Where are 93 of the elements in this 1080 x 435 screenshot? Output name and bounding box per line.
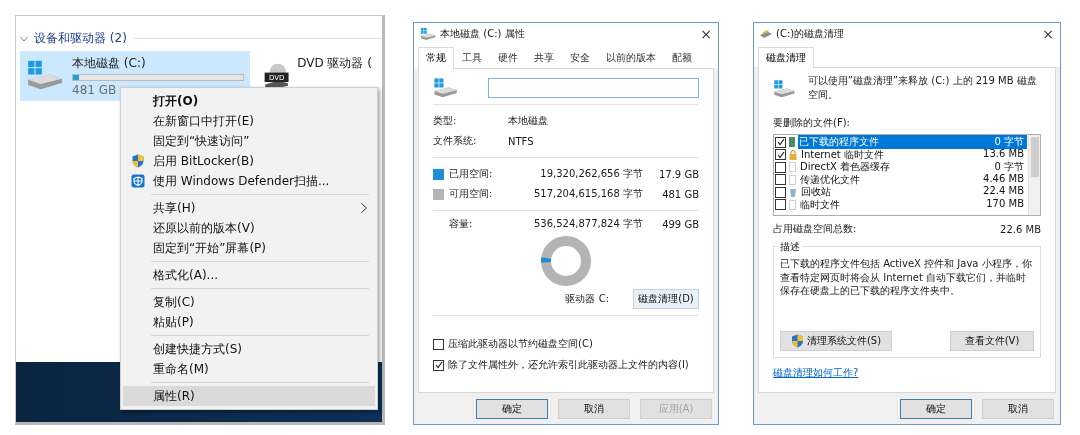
file-size: 0 字节: [994, 160, 1024, 174]
drive-icon: [773, 77, 796, 99]
file-size: 4.46 MB: [983, 172, 1024, 186]
name-field[interactable]: [488, 77, 699, 98]
list-item[interactable]: DirectX 着色器缓存 0 字节: [775, 161, 1027, 174]
menu-item[interactable]: 固定到“开始”屏幕(P): [123, 238, 375, 258]
shield-icon: [131, 154, 145, 168]
action-button[interactable]: 查看文件(V): [950, 331, 1034, 351]
file-size: 22.4 MB: [983, 185, 1024, 199]
scrollbar[interactable]: [1028, 135, 1040, 215]
menu-item[interactable]: 共享(H): [123, 198, 375, 218]
menu-item[interactable]: 创建快捷方式(S): [123, 339, 375, 359]
field-label: 容量:: [448, 217, 474, 231]
checkbox[interactable]: [775, 174, 786, 186]
list-item[interactable]: 传递优化文件 4.46 MB: [775, 173, 1027, 186]
checkbox[interactable]: [775, 136, 786, 148]
close-button[interactable]: ×: [700, 26, 712, 42]
cleanup-message: 可以使用”磁盘清理”来释放 (C:) 上的 219 MB 磁盘空间。: [807, 74, 1038, 102]
menu-item[interactable]: 使用 Windows Defender扫描...: [123, 171, 375, 191]
lock-icon: [789, 149, 797, 160]
menu-item[interactable]: 粘贴(P): [123, 312, 375, 332]
field-value: 本地磁盘: [508, 114, 548, 128]
dialog-button[interactable]: 取消: [558, 399, 630, 419]
list-label: 要删除的文件(F):: [773, 116, 850, 130]
dialog-button[interactable]: 确定: [900, 399, 972, 419]
field-label: 已用空间:: [449, 167, 494, 181]
list-item[interactable]: 回收站 22.4 MB: [775, 186, 1027, 199]
menu-item[interactable]: 格式化(A)...: [123, 265, 375, 285]
file-name: Internet 临时文件: [801, 147, 884, 161]
file-icon: [789, 199, 796, 210]
file-name: 回收站: [801, 185, 831, 200]
defender-icon: [131, 174, 145, 188]
menu-item[interactable]: 还原以前的版本(V): [123, 218, 375, 238]
disk-cleanup-button[interactable]: 磁盘清理(D): [633, 289, 699, 309]
drive-label: 驱动器 C:: [564, 292, 610, 306]
menu-item[interactable]: 复制(C): [123, 292, 375, 312]
file-size: 13.6 MB: [983, 147, 1024, 161]
field-label: 类型:: [433, 114, 458, 128]
field-value: NTFS: [508, 135, 534, 147]
byte-count: 536,524,877,824 字节: [532, 217, 643, 231]
chevron-icon[interactable]: [20, 35, 28, 42]
checkbox[interactable]: [775, 199, 786, 211]
action-button[interactable]: 清理系统文件(S): [780, 331, 892, 351]
window-title: (C:)的磁盘清理: [776, 27, 846, 41]
window-title: 本地磁盘 (C:) 属性: [440, 27, 526, 41]
byte-count: 517,204,615,168 字节: [532, 187, 643, 201]
description-text: 已下载的程序文件包括 ActiveX 控件和 Java 小程序，你查看特定网页时将会从 Internet 自动下载它们，并临时保存在硬盘上的已下载的程序文件夹中。: [780, 257, 1033, 298]
total-value: 22.6 MB: [1000, 223, 1041, 235]
tab[interactable]: 常规: [418, 47, 454, 69]
checkbox[interactable]: [433, 359, 444, 371]
drive-info: 481 GB: [72, 83, 118, 97]
file-name: 临时文件: [800, 197, 840, 212]
menu-item[interactable]: 属性(R): [123, 386, 375, 406]
drive-icon: [420, 27, 437, 41]
shield-icon: [790, 334, 804, 348]
drive-icon: [433, 77, 459, 98]
size-value: 499 GB: [661, 218, 699, 230]
dialog-button[interactable]: 确定: [476, 399, 548, 419]
file-size: 170 MB: [986, 197, 1024, 211]
checkbox[interactable]: [433, 338, 444, 350]
drive-name: DVD 驱动器 (: [297, 55, 372, 72]
size-value: 481 GB: [661, 188, 699, 200]
menu-item[interactable]: 固定到“快速访问”: [123, 131, 375, 151]
total-label: 占用磁盘空间总数:: [773, 222, 857, 236]
group-heading: 设备和驱动器 (2): [34, 30, 127, 47]
field-label: 文件系统:: [433, 134, 478, 148]
menu-item[interactable]: 在新窗口中打开(E): [123, 111, 375, 131]
file-name: 已下载的程序文件: [799, 135, 879, 150]
tab[interactable]: 磁盘清理: [758, 47, 814, 68]
close-button[interactable]: ×: [1042, 26, 1054, 42]
checkbox[interactable]: [775, 161, 786, 173]
file-icon: [789, 137, 795, 148]
checkbox-label: 除了文件属性外，还允许索引此驱动器上文件的内容(I): [448, 358, 689, 372]
cleanup-icon: [760, 30, 772, 38]
dialog-button[interactable]: 取消: [982, 399, 1054, 419]
file-name: DirectX 着色器缓存: [800, 160, 890, 174]
checkbox[interactable]: [775, 186, 786, 198]
checkbox[interactable]: [775, 149, 786, 161]
size-value: 17.9 GB: [657, 168, 699, 180]
file-name: 传递优化文件: [800, 172, 860, 186]
checkbox-label: 压缩此驱动器以节约磁盘空间(C): [448, 337, 593, 351]
list-item[interactable]: 临时文件 170 MB: [775, 198, 1027, 211]
recycle-bin-icon: [789, 187, 797, 198]
group-title: 描述: [778, 240, 802, 254]
file-size: 0 字节: [994, 135, 1024, 149]
field-label: 可用空间:: [449, 187, 494, 201]
byte-count: 19,320,262,656 字节: [539, 167, 643, 181]
menu-item[interactable]: 启用 BitLocker(B): [123, 151, 375, 171]
list-item[interactable]: Internet 临时文件 13.6 MB: [775, 148, 1027, 161]
drive-name: 本地磁盘 (C:): [72, 55, 147, 72]
help-link[interactable]: 磁盘清理如何工作?: [773, 366, 859, 380]
donut-chart-drawing: [540, 235, 592, 287]
menu-item[interactable]: 重命名(M): [123, 359, 375, 379]
